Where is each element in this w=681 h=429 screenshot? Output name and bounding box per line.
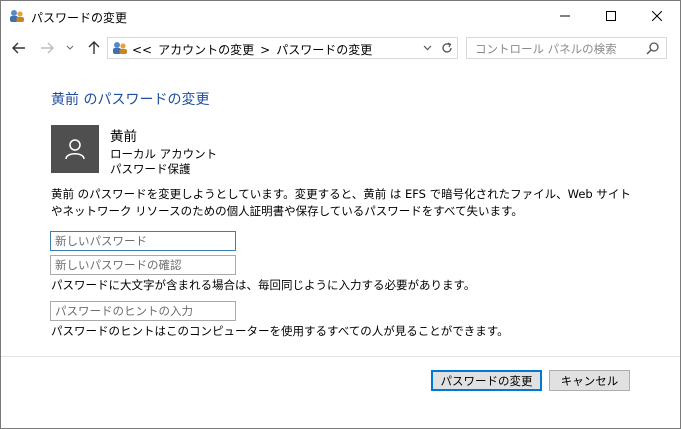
new-password-field[interactable] xyxy=(50,231,236,251)
page-title: 黄前 のパスワードの変更 xyxy=(51,92,210,108)
change-password-button[interactable]: パスワードの変更 xyxy=(431,370,542,391)
forward-button[interactable] xyxy=(37,38,57,58)
breadcrumb-item-account[interactable]: アカウントの変更 xyxy=(158,43,254,57)
recent-locations-button[interactable] xyxy=(63,38,77,58)
address-bar[interactable]: << アカウントの変更 > パスワードの変更 xyxy=(107,37,458,59)
refresh-icon xyxy=(442,42,452,53)
account-type: ローカル アカウント xyxy=(110,147,218,161)
password-hint-field[interactable] xyxy=(50,301,236,321)
breadcrumb-separator[interactable]: > xyxy=(260,43,270,57)
close-button[interactable] xyxy=(634,1,680,31)
arrow-up-icon xyxy=(88,41,100,54)
avatar xyxy=(51,125,99,173)
title-bar: パスワードの変更 xyxy=(1,1,680,31)
case-sensitivity-note: パスワードに大文字が含まれる場合は、毎回同じように入力する必要があります。 xyxy=(51,278,476,292)
minimize-icon xyxy=(560,15,570,17)
search-icon[interactable] xyxy=(646,41,660,55)
users-control-panel-icon xyxy=(10,10,24,22)
breadcrumb-item-password[interactable]: パスワードの変更 xyxy=(276,43,372,57)
maximize-icon xyxy=(606,11,616,21)
breadcrumb-overflow[interactable]: << xyxy=(132,43,152,57)
search-input[interactable] xyxy=(473,40,642,58)
refresh-button[interactable] xyxy=(439,40,455,56)
warning-description: 黄前 のパスワードを変更しようとしています。変更すると、黄前 は EFS で暗号… xyxy=(51,187,631,218)
change-password-window: パスワードの変更 << アカウントの変更 > パスワードの変更 コントロール パ… xyxy=(0,0,681,429)
back-button[interactable] xyxy=(9,38,29,58)
window-title: パスワードの変更 xyxy=(31,11,128,25)
maximize-button[interactable] xyxy=(588,1,634,31)
arrow-right-icon xyxy=(41,42,54,54)
close-icon xyxy=(652,11,662,21)
search-box[interactable] xyxy=(466,37,667,59)
control-panel-icon xyxy=(113,42,127,54)
chevron-down-icon xyxy=(66,45,74,50)
chevron-down-icon xyxy=(423,45,431,51)
confirm-password-field[interactable] xyxy=(50,255,236,275)
hint-visibility-note: パスワードのヒントはこのコンピューターを使用するすべての人が見ることができます。 xyxy=(51,324,509,338)
address-dropdown-button[interactable] xyxy=(419,40,435,56)
user-name: 黄前 xyxy=(110,129,137,145)
breadcrumb: << アカウントの変更 > パスワードの変更 xyxy=(132,41,378,58)
password-protection-status: パスワード保護 xyxy=(110,162,191,176)
arrow-left-icon xyxy=(12,42,25,54)
divider xyxy=(1,356,680,357)
cancel-button[interactable]: キャンセル xyxy=(549,370,630,391)
up-button[interactable] xyxy=(85,38,103,58)
minimize-button[interactable] xyxy=(542,1,588,31)
user-icon xyxy=(65,139,85,160)
